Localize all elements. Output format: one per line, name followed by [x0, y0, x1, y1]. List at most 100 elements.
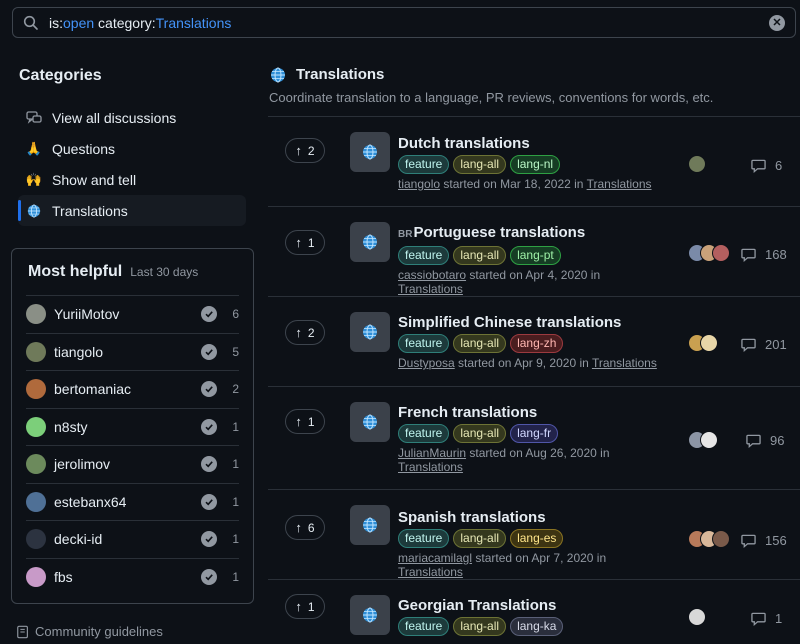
avatar[interactable]: [26, 304, 46, 325]
label-all[interactable]: lang-all: [453, 155, 507, 174]
discussion-title[interactable]: Dutch translations: [398, 135, 668, 153]
category-link[interactable]: Translations: [587, 177, 652, 191]
author-link[interactable]: JulianMaurin: [398, 446, 466, 460]
search-query[interactable]: is:open category:Translations: [49, 15, 769, 31]
avatar[interactable]: [26, 491, 46, 512]
discussion-item[interactable]: ↑ 1 BRPortuguese translations feature lang-a…: [268, 206, 800, 296]
community-guidelines-link[interactable]: Community guidelines: [16, 624, 163, 639]
author-link[interactable]: Dustyposa: [398, 356, 455, 370]
category-link[interactable]: Translations: [592, 356, 657, 370]
discussion-title[interactable]: Spanish translations: [398, 509, 668, 527]
helpful-user-row[interactable]: tiangolo 5: [26, 332, 239, 371]
participant-avatar[interactable]: [688, 608, 706, 626]
upvote-button[interactable]: ↑ 6: [285, 515, 325, 540]
label-feature[interactable]: feature: [398, 246, 450, 265]
discussion-item[interactable]: ↑ 1 French translations feature lang-all lang…: [268, 386, 800, 489]
discussion-title[interactable]: BRPortuguese translations: [398, 224, 668, 244]
helpful-user-name[interactable]: jerolimov: [54, 456, 201, 472]
category-translations[interactable]: Translations: [18, 195, 246, 226]
helpful-user-name[interactable]: YuriiMotov: [54, 306, 201, 322]
upvote-button[interactable]: ↑ 1: [285, 409, 325, 434]
helpful-user-name[interactable]: decki-id: [54, 531, 201, 547]
author-link[interactable]: mariacamilagl: [398, 551, 472, 565]
label-feature[interactable]: feature: [398, 155, 450, 174]
category-show-and-tell[interactable]: 🙌 Show and tell: [18, 164, 246, 195]
comment-count[interactable]: 6: [751, 158, 782, 173]
label-all[interactable]: lang-all: [453, 424, 507, 443]
helpful-user-row[interactable]: n8sty 1: [26, 407, 239, 446]
label-feature[interactable]: feature: [398, 529, 450, 548]
upvote-button[interactable]: ↑ 1: [285, 594, 325, 619]
label-feature[interactable]: feature: [398, 424, 450, 443]
helpful-user-name[interactable]: estebanx64: [54, 494, 201, 510]
label-feature[interactable]: feature: [398, 617, 450, 636]
clear-search-icon[interactable]: ✕: [769, 14, 785, 31]
helpful-user-row[interactable]: YuriiMotov 6: [26, 295, 239, 333]
category-description: Coordinate translation to a language, PR…: [269, 90, 714, 105]
vote-count: 1: [307, 414, 315, 429]
discussion-item[interactable]: ↑ 6 Spanish translations feature lang-all lan…: [268, 489, 800, 579]
avatar[interactable]: [26, 454, 46, 475]
category-questions[interactable]: 🙏 Questions: [18, 133, 246, 164]
helpful-user-name[interactable]: fbs: [54, 569, 201, 585]
helpful-user-row[interactable]: estebanx64 1: [26, 482, 239, 521]
label-all[interactable]: lang-all: [453, 246, 507, 265]
label-all[interactable]: lang-all: [453, 617, 507, 636]
label-list: feature lang-all lang-fr: [398, 424, 668, 443]
participant-avatar[interactable]: [700, 431, 718, 449]
participant-avatar[interactable]: [700, 334, 718, 352]
upvote-button[interactable]: ↑ 1: [285, 230, 325, 255]
helpful-user-name[interactable]: tiangolo: [54, 344, 201, 360]
label-zh[interactable]: lang-zh: [510, 334, 564, 353]
answer-count: 2: [232, 382, 239, 397]
label-feature[interactable]: feature: [398, 334, 450, 353]
discussion-item[interactable]: ↑ 2 Simplified Chinese translations feature…: [268, 296, 800, 386]
helpful-user-name[interactable]: bertomaniac: [54, 381, 201, 397]
avatar[interactable]: [26, 379, 46, 400]
avatar[interactable]: [26, 341, 46, 362]
category-link[interactable]: Translations: [398, 460, 463, 474]
label-ka[interactable]: lang-ka: [510, 617, 564, 636]
participant-avatar[interactable]: [688, 155, 706, 173]
participant-avatar[interactable]: [712, 530, 730, 548]
discussion-title[interactable]: French translations: [398, 404, 668, 422]
label-fr[interactable]: lang-fr: [510, 424, 559, 443]
author-link[interactable]: tiangolo: [398, 177, 440, 191]
participant-avatars: [688, 530, 730, 548]
avatar[interactable]: [26, 566, 46, 587]
upvote-button[interactable]: ↑ 2: [285, 320, 325, 345]
comment-icon: [751, 611, 766, 626]
label-nl[interactable]: lang-nl: [510, 155, 561, 174]
avatar[interactable]: [26, 416, 46, 437]
helpful-user-row[interactable]: decki-id 1: [26, 520, 239, 558]
category-link[interactable]: Translations: [398, 565, 463, 579]
helpful-user-name[interactable]: n8sty: [54, 419, 201, 435]
discussion-title[interactable]: Georgian Translations: [398, 597, 668, 615]
comment-count[interactable]: 96: [746, 433, 784, 448]
participant-avatars: [688, 608, 706, 626]
helpful-user-row[interactable]: jerolimov 1: [26, 445, 239, 483]
comment-count[interactable]: 1: [751, 611, 782, 626]
label-all[interactable]: lang-all: [453, 529, 507, 548]
participant-avatar[interactable]: [712, 244, 730, 262]
comment-count[interactable]: 156: [741, 533, 787, 548]
comment-count[interactable]: 168: [741, 247, 787, 262]
helpful-user-row[interactable]: bertomaniac 2: [26, 370, 239, 408]
discussion-meta: cassiobotaro started on Apr 4, 2020 in T…: [398, 268, 668, 296]
discussion-item[interactable]: ↑ 2 Dutch translations feature lang-all lang-…: [268, 116, 800, 206]
author-link[interactable]: cassiobotaro: [398, 268, 466, 282]
upvote-button[interactable]: ↑ 2: [285, 138, 325, 163]
globe-icon: [362, 324, 378, 340]
discussion-item[interactable]: ↑ 1 Georgian Translations feature lang-all la…: [268, 579, 800, 644]
answered-check-icon: [201, 381, 217, 398]
discussion-title[interactable]: Simplified Chinese translations: [398, 314, 668, 332]
avatar[interactable]: [26, 529, 46, 550]
helpful-user-row[interactable]: fbs 1: [26, 557, 239, 596]
label-pt[interactable]: lang-pt: [510, 246, 561, 265]
comment-count[interactable]: 201: [741, 337, 787, 352]
category-view-all[interactable]: View all discussions: [18, 102, 246, 133]
label-all[interactable]: lang-all: [453, 334, 507, 353]
search-bar[interactable]: is:open category:Translations ✕: [12, 7, 796, 38]
label-es[interactable]: lang-es: [510, 529, 564, 548]
category-link[interactable]: Translations: [398, 282, 463, 296]
